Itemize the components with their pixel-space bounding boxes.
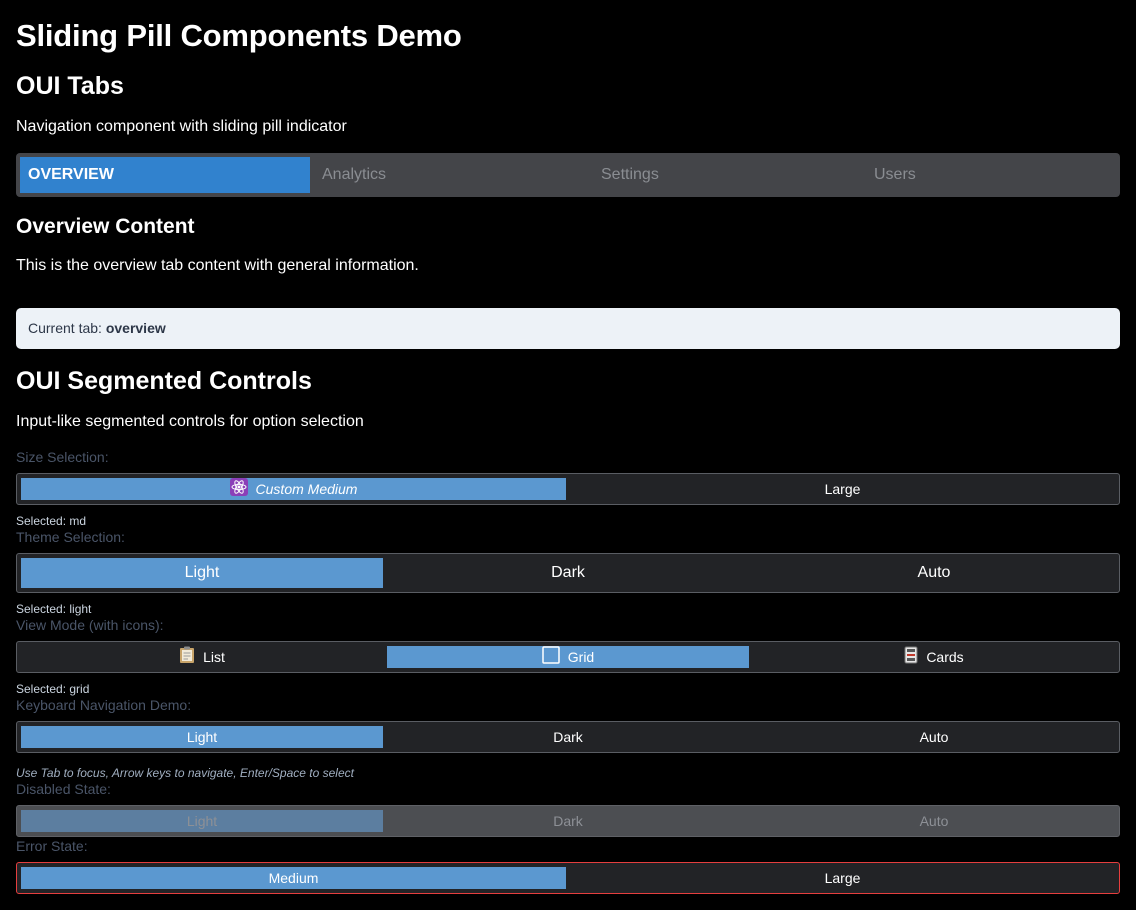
tabs-description: Navigation component with sliding pill i… xyxy=(16,118,347,135)
size-option-large[interactable]: Large xyxy=(566,478,1119,500)
disabled-option-light: Light xyxy=(186,813,218,829)
size-option-label: Custom Medium xyxy=(255,481,358,497)
tab-bar: OVERVIEW Analytics Settings Users xyxy=(16,153,1120,197)
tab-settings[interactable]: Settings xyxy=(601,157,659,193)
size-segmented-control: Custom Medium Large xyxy=(16,473,1120,505)
card-file-icon xyxy=(904,646,918,670)
tab-content-heading: Overview Content xyxy=(16,215,195,238)
size-label: Size Selection: xyxy=(16,449,109,465)
view-option-list[interactable]: List xyxy=(21,646,383,668)
segmented-description: Input-like segmented controls for option… xyxy=(16,413,364,430)
atom-icon xyxy=(229,478,248,502)
current-tab-status: Current tab: overview xyxy=(16,308,1120,349)
error-segmented-control: Medium Large xyxy=(16,862,1120,894)
current-tab-prefix: Current tab: xyxy=(28,320,102,336)
view-option-grid-label: Grid xyxy=(567,649,595,665)
keyboard-hint: Use Tab to focus, Arrow keys to navigate… xyxy=(16,766,354,780)
view-mode-selected-text: Selected: grid xyxy=(16,682,90,696)
disabled-option-auto: Auto xyxy=(919,813,949,829)
view-mode-segmented-control: List Grid Cards xyxy=(16,641,1120,673)
current-tab-value: overview xyxy=(105,320,166,336)
tab-content-text: This is the overview tab content with ge… xyxy=(16,257,419,274)
tab-analytics[interactable]: Analytics xyxy=(322,157,386,193)
size-selected-text: Selected: md xyxy=(16,514,87,528)
theme-option-auto[interactable]: Auto xyxy=(753,558,1115,588)
theme-option-dark[interactable]: Dark xyxy=(387,558,749,588)
keyboard-segmented-control: Light Dark Auto xyxy=(16,721,1120,753)
theme-selected-text: Selected: light xyxy=(16,602,92,616)
theme-label: Theme Selection: xyxy=(16,529,125,545)
disabled-option-dark: Dark xyxy=(553,813,583,829)
error-option-large[interactable]: Large xyxy=(566,867,1119,889)
disabled-segmented-control: Light Dark Auto xyxy=(16,805,1120,837)
view-option-cards-label: Cards xyxy=(926,649,964,665)
keyboard-option-light[interactable]: Light xyxy=(21,726,383,748)
theme-option-light[interactable]: Light xyxy=(21,558,383,588)
tab-users[interactable]: Users xyxy=(874,157,916,193)
disabled-label: Disabled State: xyxy=(16,781,111,797)
tabs-heading: OUI Tabs xyxy=(16,72,124,100)
view-option-cards[interactable]: Cards xyxy=(753,646,1115,668)
keyboard-label: Keyboard Navigation Demo: xyxy=(16,697,192,713)
clipboard-icon xyxy=(179,646,195,670)
size-option-custom-medium[interactable]: Custom Medium xyxy=(21,478,566,500)
segmented-heading: OUI Segmented Controls xyxy=(16,367,312,395)
error-label: Error State: xyxy=(16,838,88,854)
tab-overview[interactable]: OVERVIEW xyxy=(20,157,310,193)
keyboard-option-dark[interactable]: Dark xyxy=(387,726,749,748)
view-option-list-label: List xyxy=(203,649,225,665)
square-icon xyxy=(542,646,560,670)
page-title: Sliding Pill Components Demo xyxy=(16,18,462,53)
theme-segmented-control: Light Dark Auto xyxy=(16,553,1120,593)
view-mode-label: View Mode (with icons): xyxy=(16,617,164,633)
view-option-grid[interactable]: Grid xyxy=(387,646,749,668)
keyboard-option-auto[interactable]: Auto xyxy=(753,726,1115,748)
error-option-medium[interactable]: Medium xyxy=(21,867,566,889)
